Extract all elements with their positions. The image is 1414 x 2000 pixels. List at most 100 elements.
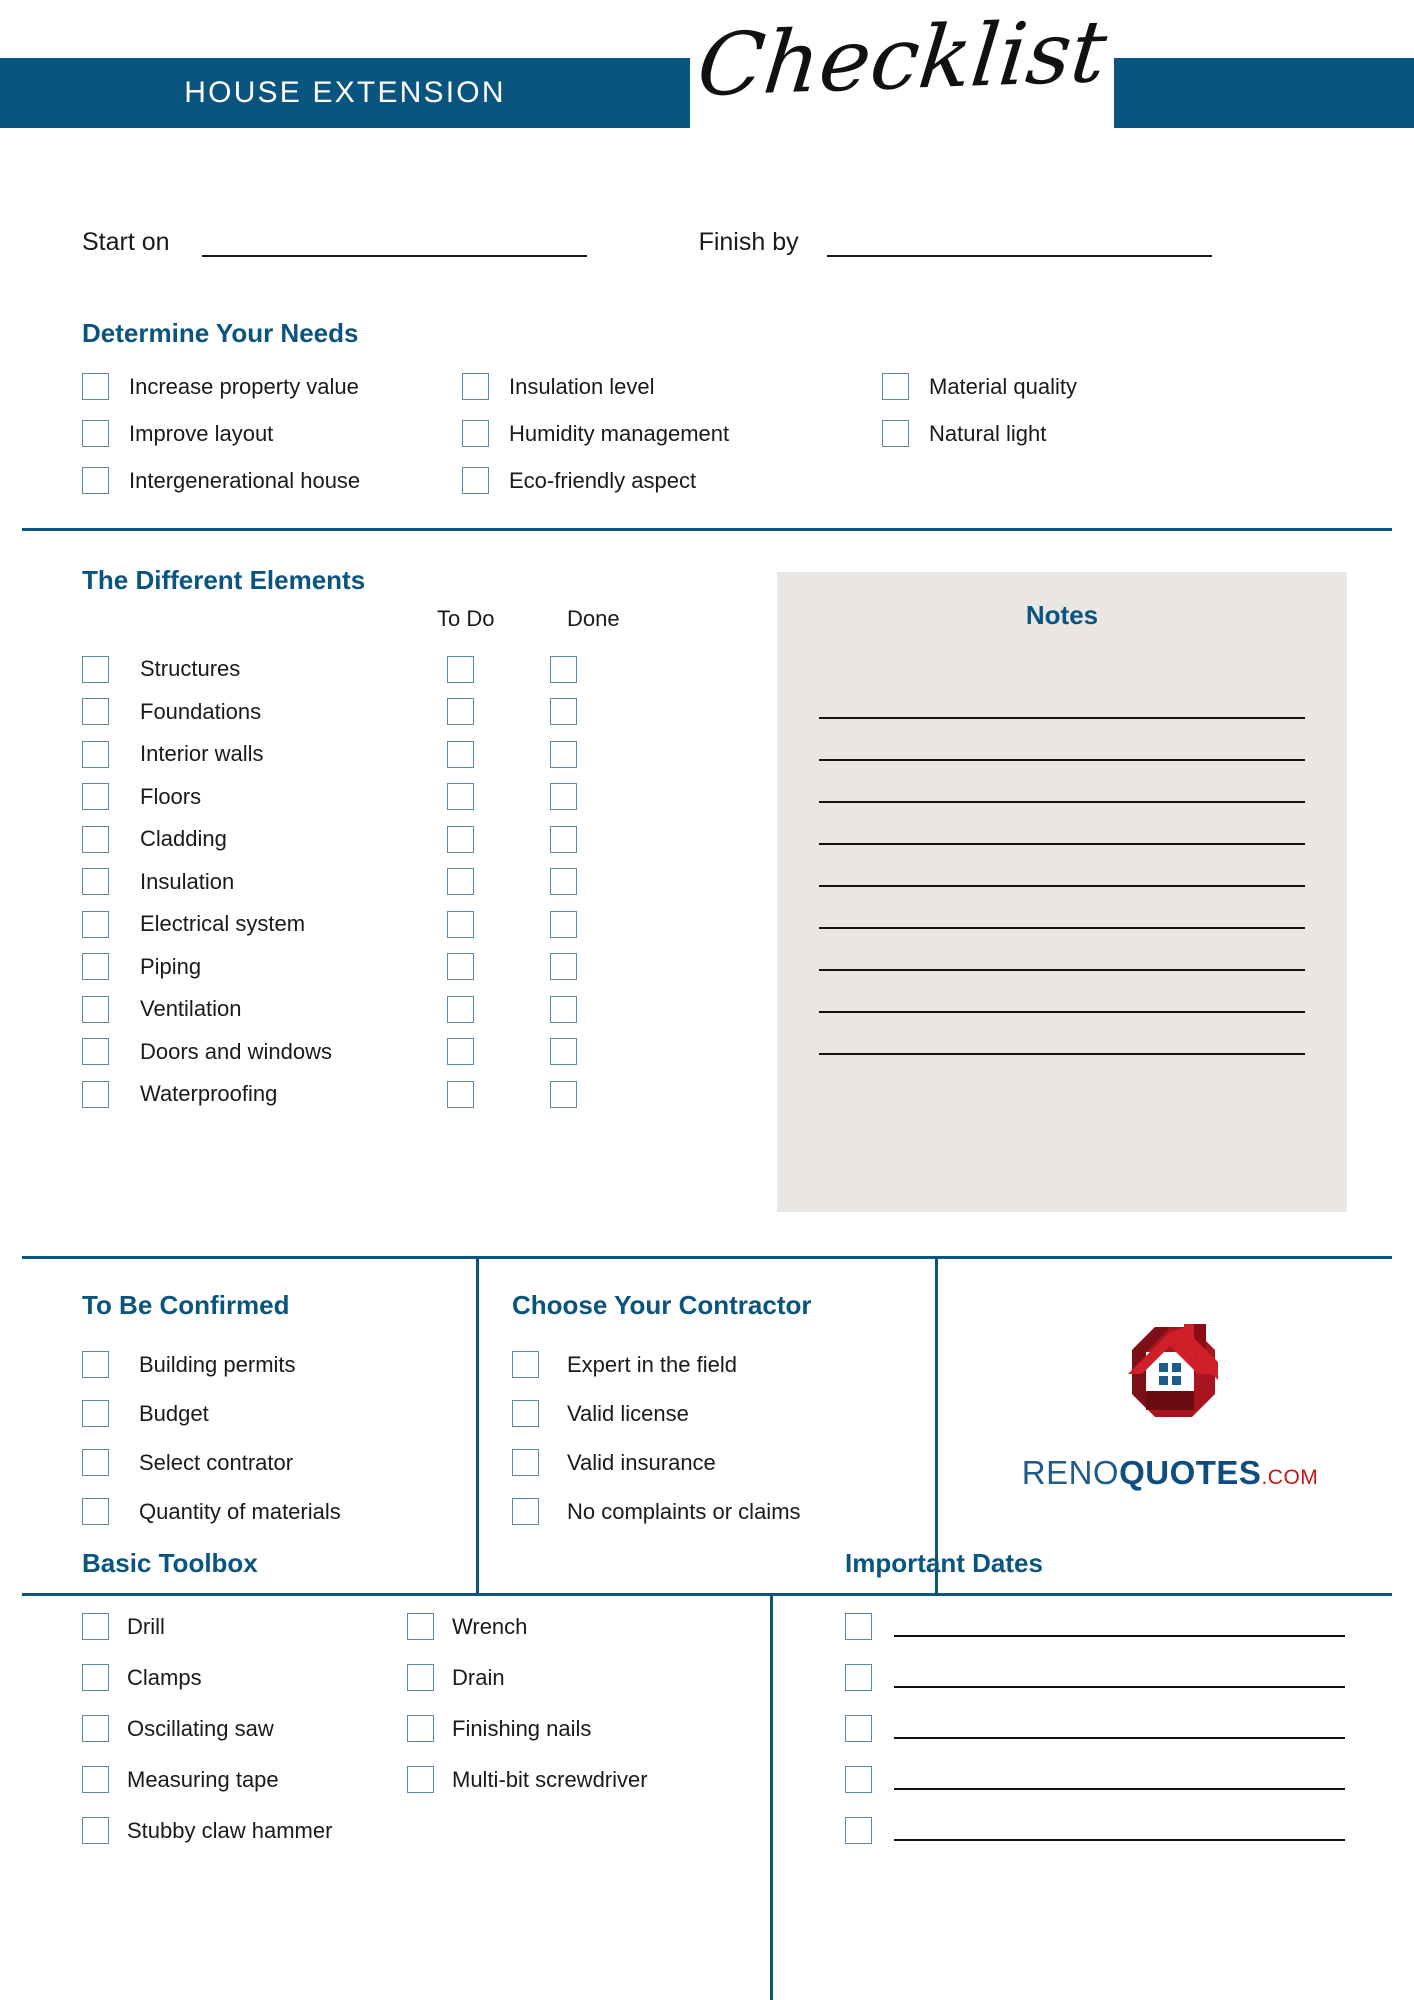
checkbox-icon[interactable] [82, 655, 109, 683]
done-checkbox-icon[interactable] [550, 783, 577, 811]
checkbox-icon[interactable] [82, 825, 109, 853]
checkbox-icon[interactable] [82, 995, 109, 1023]
finish-by-input[interactable] [826, 231, 1212, 257]
list-item[interactable] [845, 1664, 1345, 1691]
done-checkbox-icon[interactable] [550, 655, 577, 683]
done-checkbox-icon[interactable] [550, 1080, 577, 1108]
list-item[interactable]: Finishing nails [407, 1715, 737, 1742]
list-item[interactable]: Clamps [82, 1664, 407, 1691]
date-input[interactable] [894, 1668, 1345, 1688]
checkbox-icon[interactable] [462, 373, 489, 400]
list-item[interactable]: Valid insurance [512, 1449, 912, 1476]
date-input[interactable] [894, 1719, 1345, 1739]
list-item[interactable]: Intergenerational house [82, 467, 462, 494]
todo-checkbox-icon[interactable] [447, 1038, 474, 1066]
list-item[interactable]: Increase property value [82, 373, 462, 400]
checkbox-icon[interactable] [82, 698, 109, 726]
checkbox-icon[interactable] [512, 1498, 539, 1525]
note-line[interactable] [819, 761, 1305, 803]
checkbox-icon[interactable] [82, 1766, 109, 1793]
list-item[interactable] [845, 1715, 1345, 1742]
table-row[interactable]: Foundations [82, 691, 782, 734]
list-item[interactable]: Quantity of materials [82, 1498, 462, 1525]
date-input[interactable] [894, 1617, 1345, 1637]
checkbox-icon[interactable] [82, 910, 109, 938]
list-item[interactable] [845, 1766, 1345, 1793]
date-input[interactable] [894, 1770, 1345, 1790]
checkbox-icon[interactable] [82, 1715, 109, 1742]
checkbox-icon[interactable] [82, 1664, 109, 1691]
table-row[interactable]: Doors and windows [82, 1031, 782, 1074]
table-row[interactable]: Electrical system [82, 903, 782, 946]
note-line[interactable] [819, 929, 1305, 971]
checkbox-icon[interactable] [82, 953, 109, 981]
table-row[interactable]: Cladding [82, 818, 782, 861]
checkbox-icon[interactable] [82, 1817, 109, 1844]
checkbox-icon[interactable] [512, 1400, 539, 1427]
list-item[interactable]: Drain [407, 1664, 737, 1691]
table-row[interactable]: Piping [82, 946, 782, 989]
table-row[interactable]: Floors [82, 776, 782, 819]
todo-checkbox-icon[interactable] [447, 655, 474, 683]
todo-checkbox-icon[interactable] [447, 825, 474, 853]
checkbox-icon[interactable] [882, 373, 909, 400]
list-item[interactable] [845, 1817, 1345, 1844]
list-item[interactable]: Measuring tape [82, 1766, 407, 1793]
list-item[interactable]: Multi-bit screwdriver [407, 1766, 737, 1793]
list-item[interactable]: Improve layout [82, 420, 462, 447]
todo-checkbox-icon[interactable] [447, 740, 474, 768]
checkbox-icon[interactable] [82, 783, 109, 811]
note-line[interactable] [819, 845, 1305, 887]
list-item[interactable]: Budget [82, 1400, 462, 1427]
todo-checkbox-icon[interactable] [447, 995, 474, 1023]
note-line[interactable] [819, 1013, 1305, 1055]
list-item[interactable]: Wrench [407, 1613, 737, 1640]
todo-checkbox-icon[interactable] [447, 910, 474, 938]
checkbox-icon[interactable] [462, 467, 489, 494]
checkbox-icon[interactable] [407, 1766, 434, 1793]
checkbox-icon[interactable] [882, 420, 909, 447]
list-item[interactable]: Valid license [512, 1400, 912, 1427]
list-item[interactable]: Material quality [882, 373, 1242, 400]
todo-checkbox-icon[interactable] [447, 1080, 474, 1108]
checkbox-icon[interactable] [462, 420, 489, 447]
checkbox-icon[interactable] [82, 1351, 109, 1378]
checkbox-icon[interactable] [82, 1613, 109, 1640]
list-item[interactable]: Stubby claw hammer [82, 1817, 407, 1844]
table-row[interactable]: Ventilation [82, 988, 782, 1031]
list-item[interactable] [845, 1613, 1345, 1640]
checkbox-icon[interactable] [512, 1351, 539, 1378]
list-item[interactable]: Oscillating saw [82, 1715, 407, 1742]
list-item[interactable]: Humidity management [462, 420, 882, 447]
checkbox-icon[interactable] [407, 1664, 434, 1691]
note-line[interactable] [819, 719, 1305, 761]
note-line[interactable] [819, 677, 1305, 719]
done-checkbox-icon[interactable] [550, 868, 577, 896]
checkbox-icon[interactable] [845, 1817, 872, 1844]
checkbox-icon[interactable] [407, 1613, 434, 1640]
list-item[interactable]: Insulation level [462, 373, 882, 400]
date-input[interactable] [894, 1821, 1345, 1841]
checkbox-icon[interactable] [82, 420, 109, 447]
checkbox-icon[interactable] [845, 1766, 872, 1793]
checkbox-icon[interactable] [82, 1080, 109, 1108]
todo-checkbox-icon[interactable] [447, 953, 474, 981]
list-item[interactable]: Eco-friendly aspect [462, 467, 882, 494]
note-line[interactable] [819, 803, 1305, 845]
done-checkbox-icon[interactable] [550, 825, 577, 853]
done-checkbox-icon[interactable] [550, 995, 577, 1023]
checkbox-icon[interactable] [82, 1400, 109, 1427]
list-item[interactable]: Expert in the field [512, 1351, 912, 1378]
todo-checkbox-icon[interactable] [447, 868, 474, 896]
list-item[interactable]: No complaints or claims [512, 1498, 912, 1525]
note-line[interactable] [819, 971, 1305, 1013]
checkbox-icon[interactable] [82, 740, 109, 768]
todo-checkbox-icon[interactable] [447, 783, 474, 811]
list-item[interactable]: Natural light [882, 420, 1242, 447]
list-item[interactable]: Building permits [82, 1351, 462, 1378]
done-checkbox-icon[interactable] [550, 953, 577, 981]
checkbox-icon[interactable] [82, 868, 109, 896]
note-line[interactable] [819, 887, 1305, 929]
list-item[interactable]: Select contrator [82, 1449, 462, 1476]
done-checkbox-icon[interactable] [550, 698, 577, 726]
